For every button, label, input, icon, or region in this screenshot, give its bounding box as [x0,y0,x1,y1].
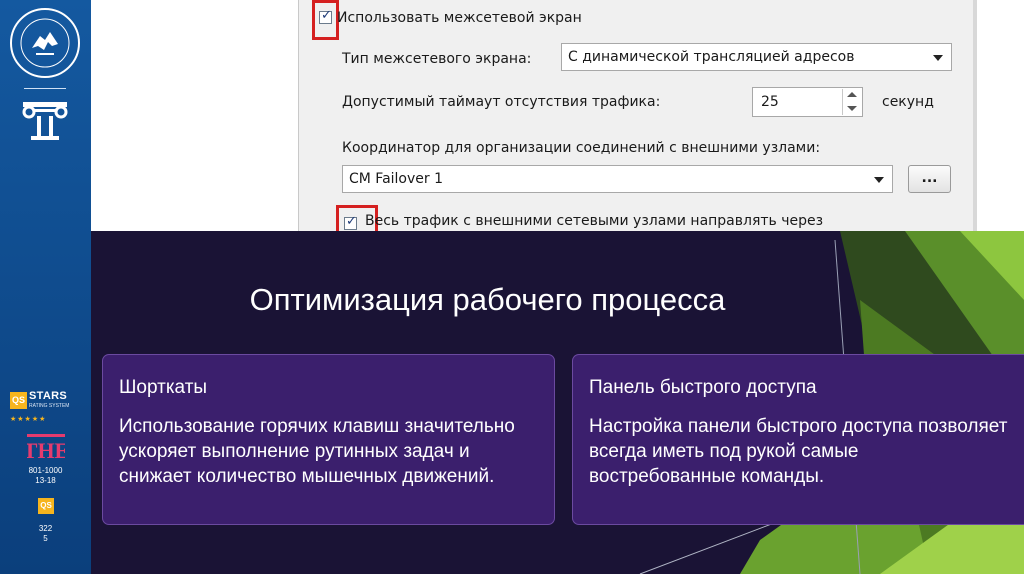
qs-small-logo: QS [38,498,54,514]
firewall-type-select[interactable]: С динамической трансляцией адресов [561,43,952,71]
chevron-down-icon [874,177,884,183]
timeout-label: Допустимый таймаут отсутствия трафика: [342,94,661,110]
the-rank-line1: 801-1000 [28,466,63,475]
coordinator-label: Координатор для организации соединений с… [342,140,821,156]
firewall-type-value: С динамической трансляцией адресов [568,49,855,65]
timeout-value: 25 [761,94,779,110]
route-traffic-label: Весь трафик с внешними сетевыми узлами н… [365,213,824,229]
stars-label: STARS [29,390,67,402]
qs-logo: QS [10,392,27,409]
stars-sub-label: RATING SYSTEM [29,403,70,409]
route-traffic-checkbox[interactable] [344,214,357,230]
coordinator-value: CM Failover 1 [349,171,444,187]
dialog-right-margin [977,0,1024,231]
qs-rank: 322 5 [0,524,91,544]
divider [24,88,66,89]
coordinator-select[interactable]: CM Failover 1 [342,165,893,193]
the-rank: 801-1000 13-18 [0,466,91,486]
card-heading: Шорткаты [119,377,208,398]
slide-title: Оптимизация рабочего процесса [249,282,726,317]
qs-stars-badge: QS STARS RATING SYSTEM ★★★★★ [10,389,80,427]
ionic-column-icon [19,98,71,144]
stars-rating-icon: ★★★★★ [10,416,47,423]
card-heading: Панель быстрого доступа [589,377,817,398]
the-logo: THE [23,432,69,463]
spin-down-icon[interactable] [847,106,857,111]
card-quick-access: Панель быстрого доступа Настройка панели… [572,354,1024,525]
university-emblem-icon [10,8,80,78]
use-firewall-checkbox[interactable] [319,8,332,24]
the-rank-line2: 13-18 [35,476,56,485]
card-shortcuts: Шорткаты Использование горячих клавиш зн… [102,354,555,525]
dialog-screenshot: Использовать межсетевой экран Тип межсет… [91,0,1024,231]
timeout-input[interactable]: 25 [752,87,863,117]
timeout-unit: секунд [882,94,934,110]
chevron-down-icon [933,55,943,61]
firewall-type-label: Тип межсетевого экрана: [342,51,532,67]
use-firewall-label: Использовать межсетевой экран [337,10,582,26]
card-body: Настройка панели быстрого доступа позвол… [589,416,1008,487]
dialog-left-margin [91,0,298,231]
qs-rank-line1: 322 [38,524,53,533]
qs-rank-line2: 5 [43,534,48,543]
timeout-stepper[interactable] [842,89,861,115]
spin-up-icon[interactable] [847,92,857,97]
browse-button[interactable]: ... [908,165,951,193]
svg-text:THE: THE [27,438,65,462]
firewall-settings-panel: Использовать межсетевой экран Тип межсет… [298,0,974,231]
card-body: Использование горячих клавиш значительно… [119,416,515,487]
